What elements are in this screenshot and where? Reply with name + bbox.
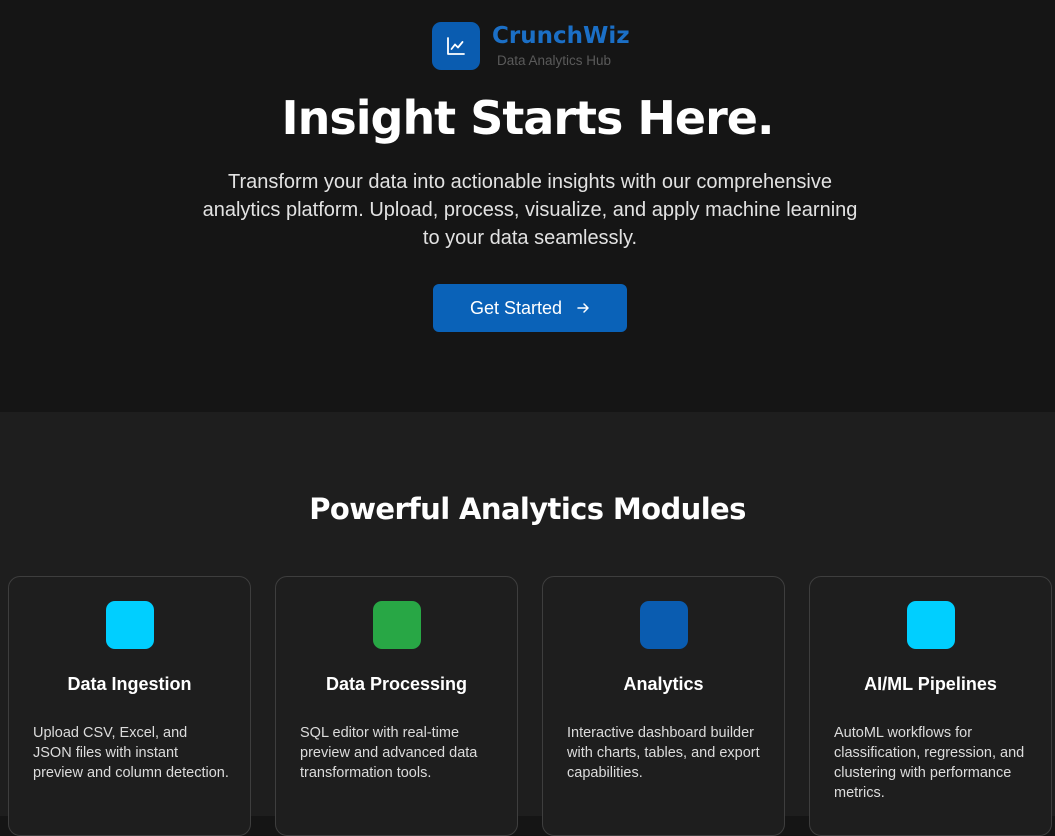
line-chart-icon (447, 37, 465, 55)
module-card-analytics[interactable]: Analytics Interactive dashboard builder … (542, 576, 785, 836)
module-card-description: Interactive dashboard builder with chart… (567, 725, 760, 781)
module-card-data-ingestion[interactable]: Data Ingestion Upload CSV, Excel, and JS… (8, 576, 251, 836)
analytics-icon (640, 601, 688, 649)
get-started-label: Get Started (469, 297, 563, 318)
data-processing-icon (373, 601, 421, 649)
hero-description: Transform your data into actionable insi… (202, 171, 858, 249)
hero-section: CrunchWiz Data Analytics Hub Insight Sta… (0, 0, 1055, 412)
module-card-description: AutoML workflows for classification, reg… (834, 725, 1025, 801)
module-card-title: AI/ML Pipelines (864, 674, 997, 694)
brand-logo[interactable] (432, 22, 480, 70)
hero-title: Insight Starts Here. (281, 91, 775, 145)
modules-section: Powerful Analytics Modules Data Ingestio… (0, 412, 1055, 836)
module-card-title: Analytics (623, 674, 704, 694)
module-card-description: SQL editor with real-time preview and ad… (300, 725, 478, 781)
brand-tagline: Data Analytics Hub (497, 53, 612, 68)
module-card-title: Data Ingestion (67, 674, 192, 694)
arrow-right-icon (577, 303, 589, 313)
module-card-title: Data Processing (325, 674, 468, 694)
brand-name: CrunchWiz (492, 23, 630, 49)
module-card-data-processing[interactable]: Data Processing SQL editor with real-tim… (275, 576, 518, 836)
data-ingestion-icon (106, 601, 154, 649)
ai-ml-pipelines-icon (907, 601, 955, 649)
module-card-description: Upload CSV, Excel, and JSON files with i… (33, 725, 229, 781)
modules-title: Powerful Analytics Modules (309, 492, 746, 526)
get-started-button[interactable]: Get Started (433, 284, 627, 332)
module-card-ai-ml-pipelines[interactable]: AI/ML Pipelines AutoML workflows for cla… (809, 576, 1052, 836)
